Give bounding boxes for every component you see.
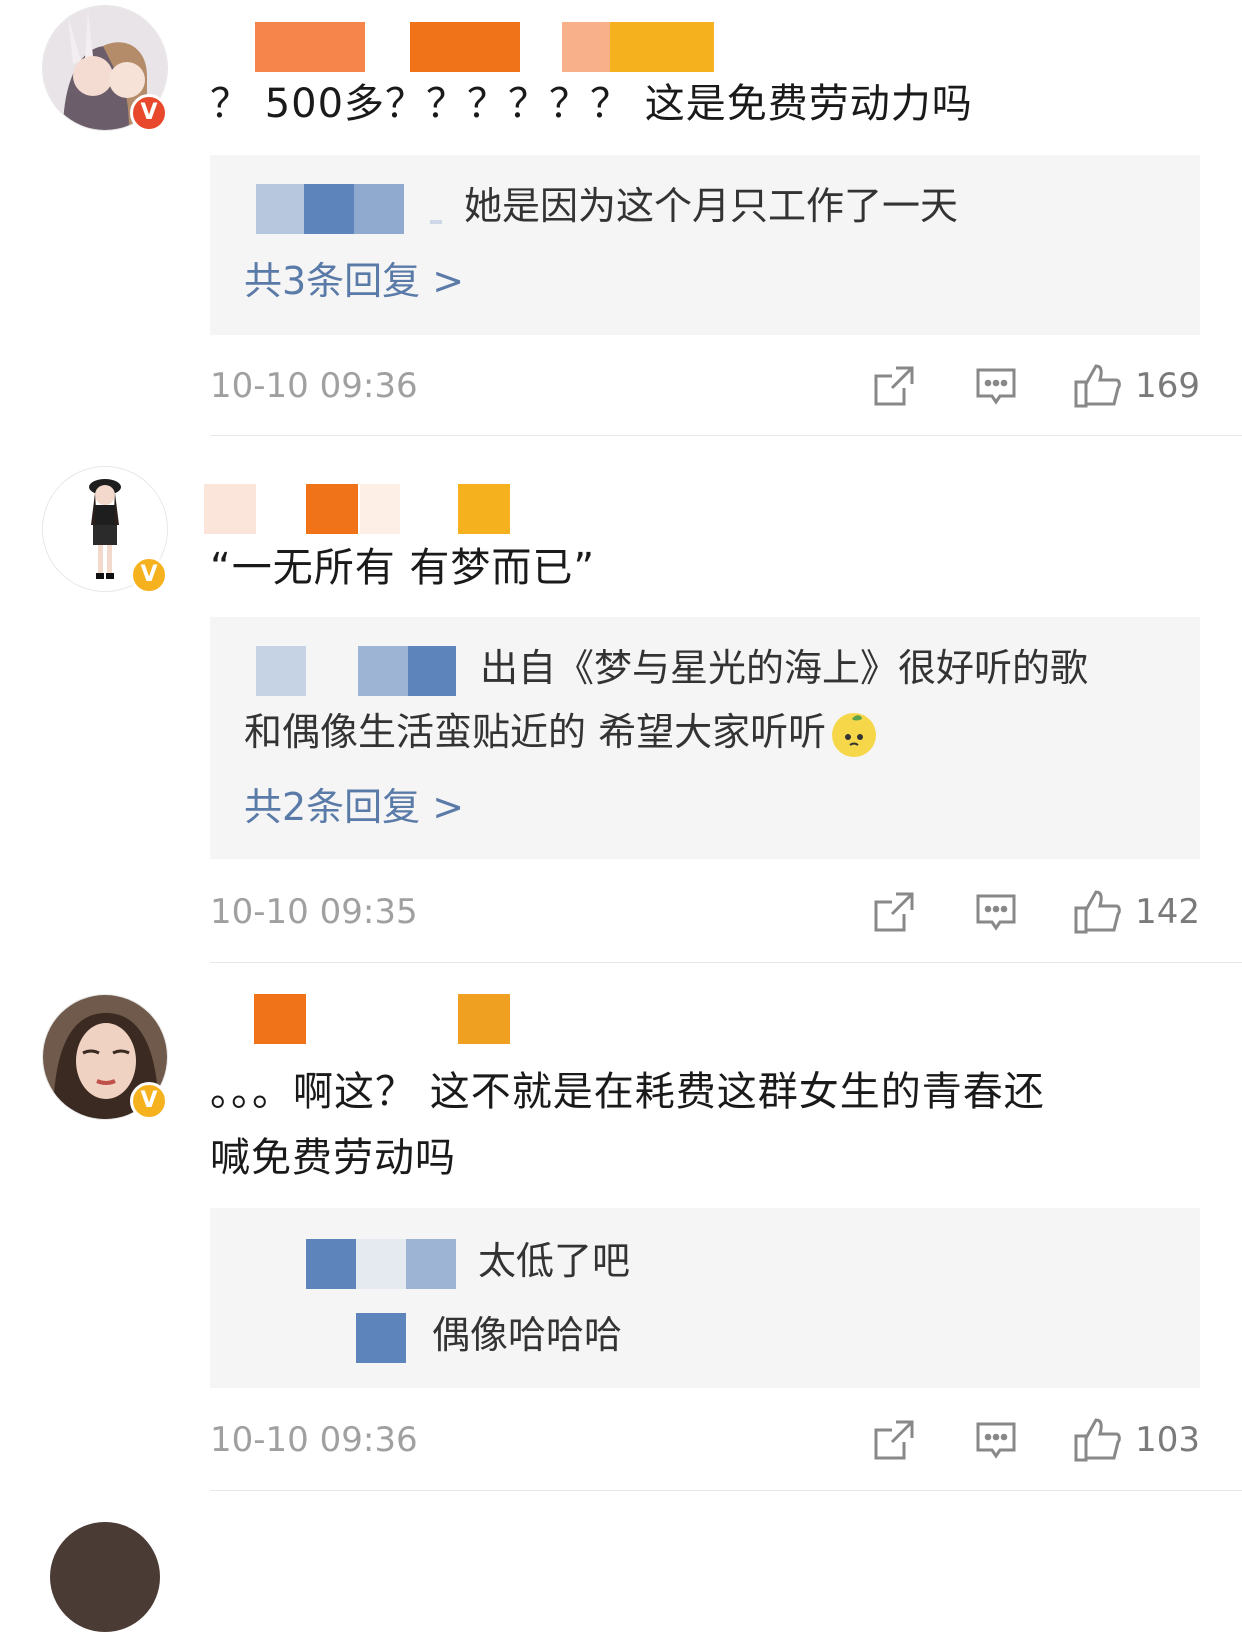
reply-box[interactable]: 她是因为这个月只工作了一天 共3条回复 > [210, 155, 1200, 335]
view-replies-link[interactable]: 共3条回复 > [244, 253, 464, 309]
reply-username-blurred[interactable] [244, 183, 464, 234]
divider [210, 1490, 1242, 1491]
comment-icon[interactable] [974, 890, 1018, 934]
reply-line: 偶像哈哈哈 [244, 1304, 1174, 1366]
like-count: 103 [1135, 1420, 1200, 1460]
timestamp: 10-10 09:36 [210, 366, 418, 406]
verified-badge-icon: V [130, 1082, 168, 1120]
verified-badge-icon: V [130, 94, 168, 132]
share-icon[interactable] [872, 890, 916, 934]
view-replies-link[interactable]: 共2条回复 > [244, 779, 464, 835]
reply-box[interactable]: 出自《梦与星光的海上》很好听的歌 和偶像生活蛮贴近的 希望大家听听 共2条回复 … [210, 617, 1200, 859]
comment-icon[interactable] [974, 364, 1018, 408]
thumbs-up-icon[interactable] [1072, 886, 1122, 936]
reply-username-blurred[interactable] [244, 1238, 478, 1289]
timestamp: 10-10 09:36 [210, 1420, 418, 1460]
username-blurred[interactable] [250, 994, 520, 1044]
share-icon[interactable] [872, 1418, 916, 1462]
lemon-emoji-icon [832, 712, 877, 757]
comment-text-line: 喊免费劳动吗 [210, 1135, 456, 1181]
reply-line: 太低了吧 [244, 1230, 1174, 1292]
reply-line: 和偶像生活蛮贴近的 希望大家听听 [244, 701, 1174, 763]
comment-text: 。。。啊这？ 这不就是在耗费这群女生的青春还 喊免费劳动吗 [210, 1060, 1200, 1190]
comment-footer: 10-10 09:36 103 [210, 1410, 1200, 1470]
divider [210, 435, 1242, 436]
reply-username-blurred[interactable] [244, 1312, 432, 1363]
avatar-partial[interactable] [50, 1522, 160, 1632]
reply-line: 出自《梦与星光的海上》很好听的歌 [244, 637, 1174, 699]
like-count: 169 [1135, 366, 1200, 406]
comment-footer: 10-10 09:35 142 [210, 882, 1200, 942]
verified-badge-icon: V [130, 556, 168, 594]
comment-text: “一无所有 有梦而已” [210, 545, 596, 591]
reply-username-blurred[interactable] [244, 645, 480, 696]
username-blurred[interactable] [210, 22, 720, 72]
comment-footer: 10-10 09:36 169 [210, 356, 1200, 416]
share-icon[interactable] [872, 364, 916, 408]
reply-box[interactable]: 太低了吧 偶像哈哈哈 [210, 1208, 1200, 1388]
thumbs-up-icon[interactable] [1072, 1414, 1122, 1464]
comment-text: ？ 500多？？？？？？ 这是免费劳动力吗 [210, 81, 973, 127]
comment-icon[interactable] [974, 1418, 1018, 1462]
username-blurred[interactable] [200, 484, 540, 534]
divider [210, 962, 1242, 963]
thumbs-up-icon[interactable] [1072, 360, 1122, 410]
timestamp: 10-10 09:35 [210, 892, 418, 932]
like-count: 142 [1135, 892, 1200, 932]
reply-line: 她是因为这个月只工作了一天 [244, 175, 1174, 237]
comment-text-line: 。。。啊这？ 这不就是在耗费这群女生的青春还 [210, 1069, 1045, 1115]
